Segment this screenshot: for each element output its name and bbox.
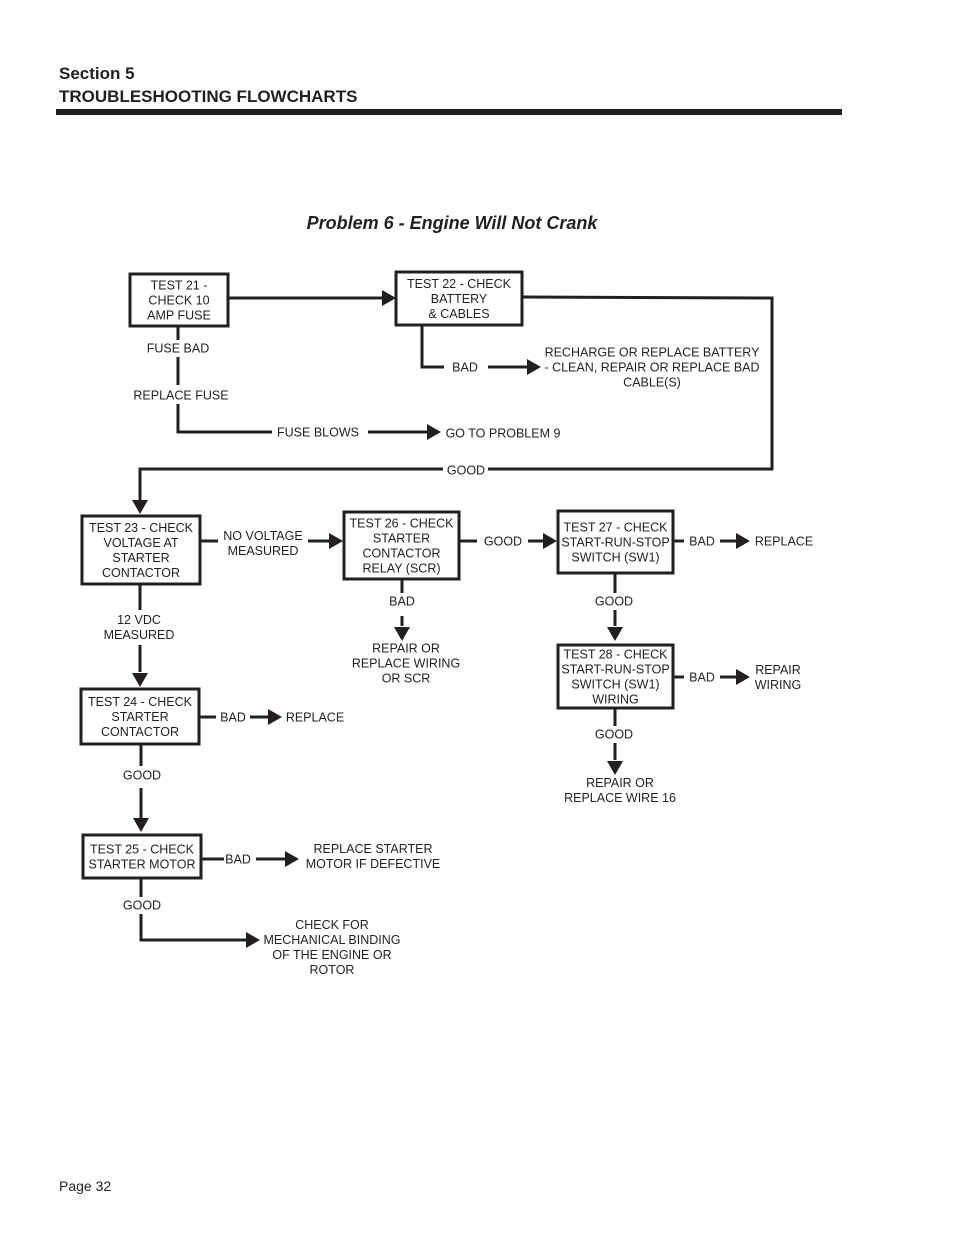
test28-text-line: START-RUN-STOP: [561, 663, 669, 677]
label-vdc12-line: 12 VDC: [117, 613, 161, 627]
label-t22_bad-line: BAD: [452, 361, 478, 375]
arrow-right-icon: [382, 290, 396, 306]
test24-text-line: CONTACTOR: [101, 725, 179, 739]
test22-text-line: & CABLES: [428, 307, 489, 321]
arrow-right-icon: [268, 709, 282, 725]
connector-line: [420, 325, 444, 369]
outcome-repair_wiring_scr-line: REPLACE WIRING: [352, 657, 460, 671]
outcome-recharge_battery-line: RECHARGE OR REPLACE BATTERY: [545, 346, 761, 360]
test23-text-line: CONTACTOR: [102, 566, 180, 580]
outcome-check_binding-line: CHECK FOR: [295, 918, 369, 932]
label-t27_good-line: GOOD: [595, 595, 633, 609]
test27-text-line: TEST 27 - CHECK: [564, 521, 669, 535]
arrow-down-icon: [133, 818, 149, 832]
outcome-repair_wiring_scr-line: REPAIR OR: [372, 642, 440, 656]
label-fuse_blows-line: FUSE BLOWS: [277, 426, 359, 440]
label-t26_bad-line: BAD: [389, 595, 415, 609]
outcome-replace_contactor-line: REPLACE: [286, 711, 344, 725]
outcome-check_binding-line: ROTOR: [310, 963, 355, 977]
test24-text-line: STARTER: [111, 710, 168, 724]
test24-text-line: TEST 24 - CHECK: [88, 695, 193, 709]
arrow-right-icon: [427, 424, 441, 440]
label-t28_bad-line: BAD: [689, 671, 715, 685]
label-t22_good-line: GOOD: [447, 464, 485, 478]
label-vdc12-line: MEASURED: [104, 628, 175, 642]
label-t26_good-line: GOOD: [484, 535, 522, 549]
arrow-right-icon: [246, 932, 260, 948]
label-t27_bad-line: BAD: [689, 535, 715, 549]
outcome-replace_sw1-line: REPLACE: [755, 535, 813, 549]
test21-text-line: CHECK 10: [148, 294, 209, 308]
arrow-down-icon: [607, 627, 623, 641]
arrow-right-icon: [285, 851, 299, 867]
test23-text-line: STARTER: [112, 551, 169, 565]
test22-text-line: TEST 22 - CHECK: [407, 277, 512, 291]
test27-text-line: SWITCH (SW1): [571, 551, 659, 565]
arrow-down-icon: [607, 761, 623, 775]
label-fuse_bad-line: FUSE BAD: [147, 342, 210, 356]
arrow-down-icon: [132, 673, 148, 687]
outcome-check_binding-line: MECHANICAL BINDING: [263, 933, 400, 947]
connector-line: [176, 404, 272, 434]
test22-text-line: BATTERY: [431, 292, 488, 306]
test25-box: [81, 833, 203, 880]
test26-text-line: TEST 26 - CHECK: [350, 517, 455, 531]
label-t24_good-line: GOOD: [123, 769, 161, 783]
outcome-repair_wiring_sw1-line: REPAIR: [755, 663, 801, 677]
test28-text-line: SWITCH (SW1): [571, 678, 659, 692]
label-t28_good-line: GOOD: [595, 728, 633, 742]
outcome-repair_wiring_sw1-line: WIRING: [755, 678, 802, 692]
outcome-repair_wire16-line: REPLACE WIRE 16: [564, 791, 676, 805]
test25-text-line: STARTER MOTOR: [89, 858, 196, 872]
test23-text-line: VOLTAGE AT: [103, 536, 178, 550]
outcome-replace_starter-line: REPLACE STARTER: [313, 842, 432, 856]
label-no_voltage-line: NO VOLTAGE: [223, 529, 302, 543]
arrow-right-icon: [736, 533, 750, 549]
connector-line: [139, 914, 246, 942]
outcome-recharge_battery-line: - CLEAN, REPAIR OR REPLACE BAD: [544, 361, 759, 375]
arrow-down-icon: [394, 627, 410, 641]
outcome-repair_wiring_scr-line: OR SCR: [382, 672, 431, 686]
test21-text-line: AMP FUSE: [147, 309, 211, 323]
outcome-repair_wire16-line: REPAIR OR: [586, 776, 654, 790]
connector-line: [138, 467, 443, 500]
label-t25_bad-line: BAD: [225, 853, 251, 867]
test26-text-line: CONTACTOR: [362, 547, 440, 561]
outcome-recharge_battery-line: CABLE(S): [623, 376, 681, 390]
arrow-right-icon: [329, 533, 343, 549]
test28-text-line: WIRING: [592, 693, 639, 707]
outcome-replace_starter-line: MOTOR IF DEFECTIVE: [306, 857, 441, 871]
outcome-go_to_problem9-line: GO TO PROBLEM 9: [446, 427, 561, 441]
label-no_voltage-line: MEASURED: [228, 544, 299, 558]
test26-text-line: RELAY (SCR): [362, 562, 440, 576]
label-t25_good-line: GOOD: [123, 899, 161, 913]
arrow-right-icon: [543, 533, 557, 549]
test26-text-line: STARTER: [373, 532, 430, 546]
test28-text-line: TEST 28 - CHECK: [564, 648, 669, 662]
outcome-check_binding-line: OF THE ENGINE OR: [272, 948, 391, 962]
arrow-right-icon: [527, 359, 541, 375]
test21-text-line: TEST 21 -: [151, 279, 208, 293]
label-replace_fuse-line: REPLACE FUSE: [133, 389, 228, 403]
flowchart: TEST 21 -CHECK 10AMP FUSE TEST 22 - CHECK…: [79, 270, 813, 977]
test27-text-line: START-RUN-STOP: [561, 536, 669, 550]
test25-text-line: TEST 25 - CHECK: [90, 843, 195, 857]
test23-text-line: TEST 23 - CHECK: [89, 521, 194, 535]
label-t24_bad-line: BAD: [220, 711, 246, 725]
arrow-down-icon: [132, 500, 148, 514]
arrow-right-icon: [736, 669, 750, 685]
